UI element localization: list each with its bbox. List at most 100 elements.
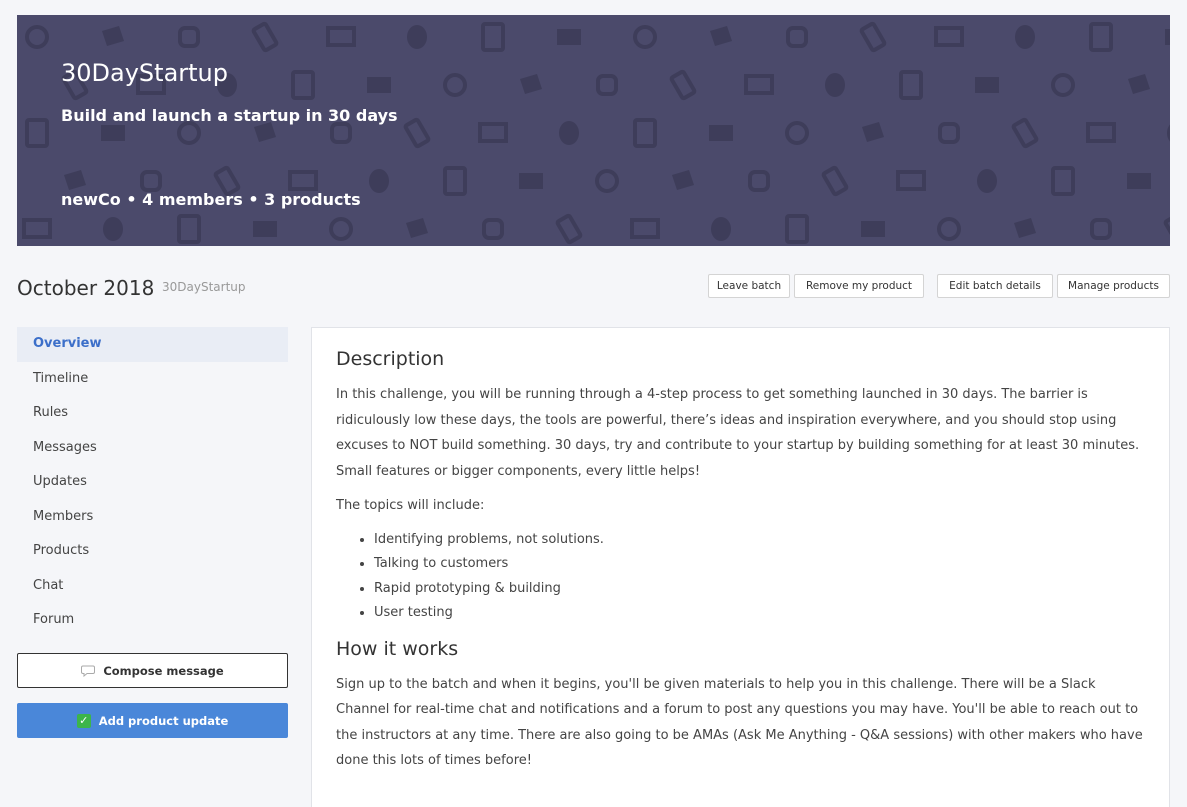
pattern-shape — [555, 213, 583, 245]
pattern-shape — [369, 169, 389, 193]
pattern-shape — [254, 122, 276, 142]
manage-products-button[interactable]: Manage products — [1057, 274, 1170, 298]
hero-meta: newCo • 4 members • 3 products — [61, 190, 361, 209]
pattern-shape — [977, 169, 997, 193]
description-text: In this challenge, you will be running t… — [336, 387, 1140, 479]
pattern-shape — [595, 169, 619, 193]
sidebar-item-products[interactable]: Products — [17, 534, 288, 569]
sidebar-item-rules[interactable]: Rules — [17, 396, 288, 431]
pattern-shape — [1089, 22, 1113, 52]
pattern-shape — [1051, 73, 1075, 97]
pattern-shape — [102, 26, 124, 46]
pattern-shape — [407, 25, 427, 49]
pattern-shape — [519, 173, 543, 189]
how-it-works-text: Sign up to the batch and when it begins,… — [336, 676, 1143, 769]
pattern-shape — [559, 121, 579, 145]
page: 30DayStartup Build and launch a startup … — [0, 0, 1187, 807]
pattern-shape — [367, 77, 391, 93]
pattern-shape — [177, 121, 201, 145]
pattern-shape — [64, 170, 86, 190]
pattern-shape — [177, 214, 201, 244]
pattern-shape — [481, 22, 505, 52]
pattern-shape — [482, 218, 504, 240]
list-item: Rapid prototyping & building — [374, 577, 1145, 602]
pattern-shape — [140, 170, 162, 192]
content-panel: Description In this challenge, you will … — [311, 327, 1170, 807]
pattern-shape — [1014, 218, 1036, 238]
pattern-shape — [557, 29, 581, 45]
pattern-shape — [786, 26, 808, 48]
pattern-shape — [1086, 122, 1116, 143]
sidebar-item-overview[interactable]: Overview — [17, 327, 288, 362]
pattern-shape — [862, 122, 884, 142]
pattern-shape — [934, 26, 964, 47]
pattern-shape — [1165, 29, 1170, 45]
pattern-shape — [251, 21, 279, 53]
sidebar-item-updates[interactable]: Updates — [17, 465, 288, 500]
pattern-shape — [101, 125, 125, 141]
pattern-shape — [406, 218, 428, 238]
pattern-shape — [1128, 74, 1150, 94]
pattern-shape — [25, 118, 49, 148]
pattern-shape — [744, 74, 774, 95]
pattern-shape — [596, 74, 618, 96]
pattern-shape — [1011, 117, 1039, 149]
edit-batch-button[interactable]: Edit batch details — [937, 274, 1053, 298]
pattern-shape — [825, 73, 845, 97]
batch-title: October 2018 — [17, 276, 155, 300]
hero-pattern — [22, 21, 1170, 245]
pattern-shape — [520, 74, 542, 94]
sidebar-item-members[interactable]: Members — [17, 500, 288, 535]
sidebar-item-messages[interactable]: Messages — [17, 431, 288, 466]
pattern-shape — [937, 217, 961, 241]
pattern-shape — [672, 170, 694, 190]
pattern-shape — [1167, 124, 1170, 142]
pattern-shape — [711, 217, 731, 241]
pattern-shape — [478, 122, 508, 143]
hero-title: 30DayStartup — [61, 59, 229, 87]
pattern-shape — [1090, 218, 1112, 240]
sidebar-nav: Overview Timeline Rules Messages Updates… — [17, 327, 288, 638]
how-it-works-heading: How it works — [336, 637, 459, 660]
add-product-update-button[interactable]: ✓ Add product update — [17, 703, 288, 738]
leave-batch-button[interactable]: Leave batch — [708, 274, 790, 298]
pattern-shape — [178, 26, 200, 48]
pattern-shape — [25, 25, 49, 49]
pattern-shape — [443, 166, 467, 196]
pattern-shape — [1163, 213, 1170, 245]
batch-tag: 30DayStartup — [162, 280, 246, 294]
pattern-shape — [859, 21, 887, 53]
pattern-shape — [288, 170, 318, 191]
checkbox-icon: ✓ — [76, 713, 91, 728]
pattern-shape — [1127, 173, 1151, 189]
sidebar-item-chat[interactable]: Chat — [17, 569, 288, 604]
sidebar-item-timeline[interactable]: Timeline — [17, 362, 288, 397]
compose-message-label: Compose message — [103, 663, 224, 678]
pattern-shape — [443, 73, 467, 97]
list-item: Identifying problems, not solutions. — [374, 528, 1145, 553]
pattern-shape — [899, 70, 923, 100]
pattern-shape — [291, 70, 315, 100]
add-product-update-label: Add product update — [98, 713, 229, 728]
pattern-shape — [633, 25, 657, 49]
description-heading: Description — [336, 348, 445, 370]
pattern-shape — [669, 69, 697, 101]
pattern-shape — [709, 125, 733, 141]
pattern-shape — [1051, 166, 1075, 196]
hero-banner: 30DayStartup Build and launch a startup … — [17, 15, 1170, 246]
topics-intro: The topics will include: — [336, 498, 485, 513]
compose-message-button[interactable]: Compose message — [17, 653, 288, 688]
pattern-shape — [330, 122, 352, 144]
pattern-shape — [253, 221, 277, 237]
sidebar-item-forum[interactable]: Forum — [17, 603, 288, 638]
list-item: Talking to customers — [374, 552, 1145, 577]
list-item: User testing — [374, 601, 1145, 626]
hero-subtitle: Build and launch a startup in 30 days — [61, 106, 398, 125]
pattern-shape — [938, 122, 960, 144]
pattern-shape — [975, 77, 999, 93]
remove-product-button[interactable]: Remove my product — [794, 274, 924, 298]
pattern-shape — [785, 214, 809, 244]
pattern-shape — [748, 170, 770, 192]
pattern-shape — [633, 118, 657, 148]
pattern-shape — [329, 217, 353, 241]
